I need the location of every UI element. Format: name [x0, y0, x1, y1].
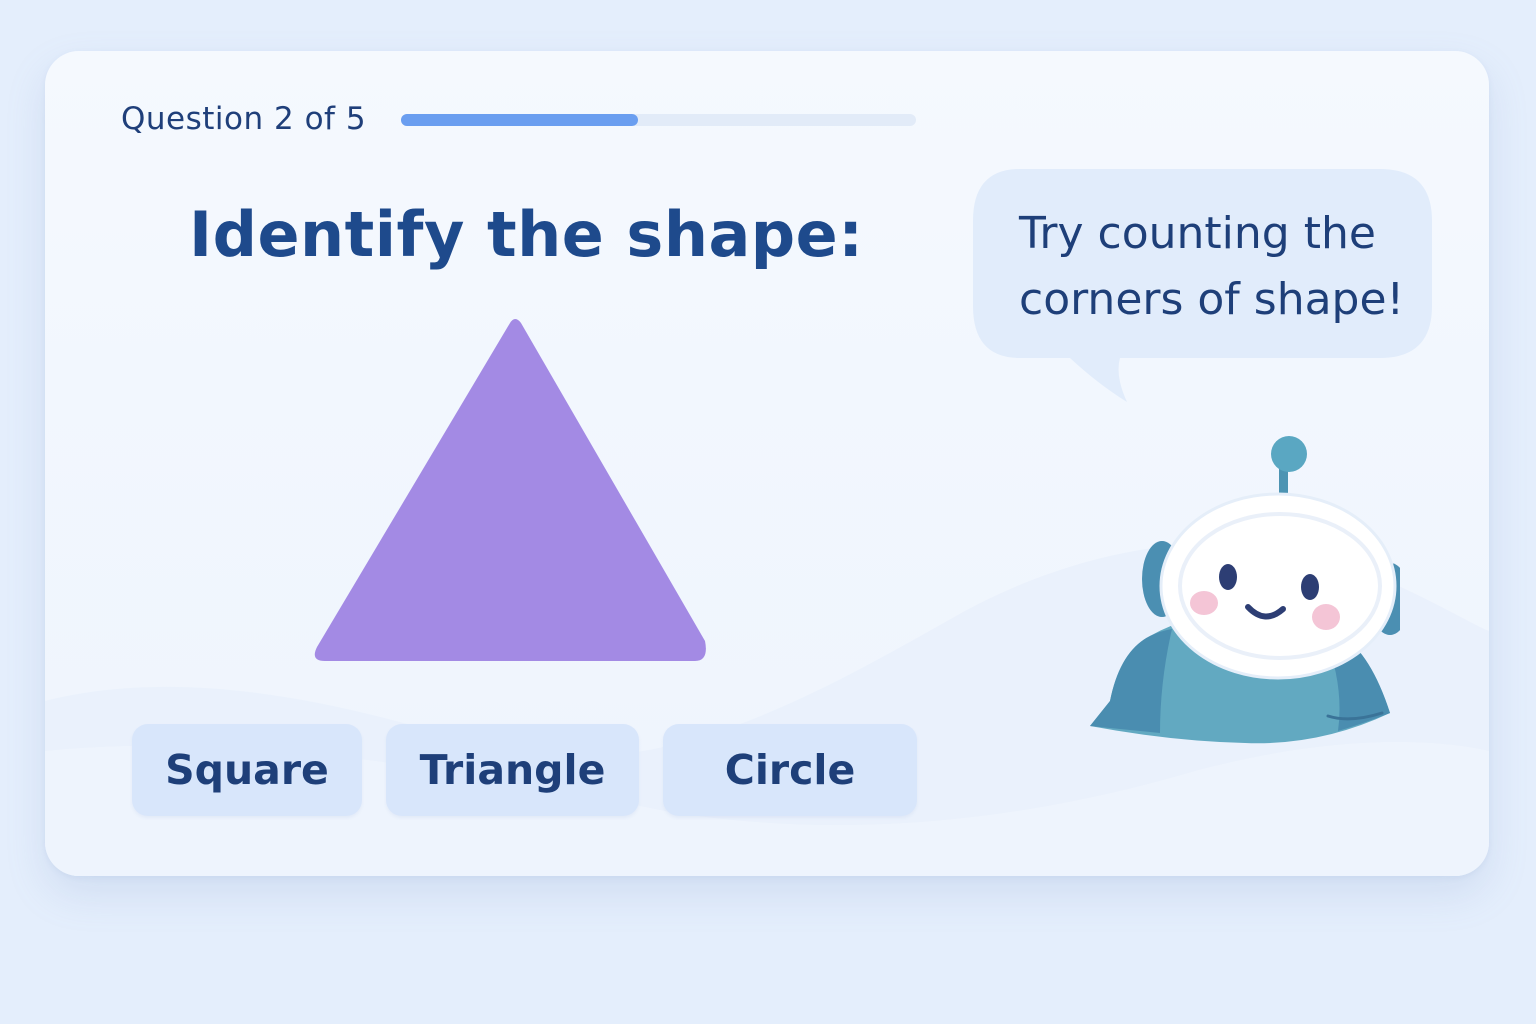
- progress-label: Question 2 of 5: [121, 101, 367, 137]
- question-title: Identify the shape:: [189, 198, 864, 271]
- hint-text: Try counting the corners of shape!: [1019, 208, 1405, 325]
- progress-fill: [401, 114, 638, 126]
- option-square-button[interactable]: Square: [132, 724, 362, 816]
- progress-bar: [401, 114, 916, 126]
- option-triangle-button[interactable]: Triangle: [386, 724, 639, 816]
- quiz-card: Question 2 of 5 Identify the shape: Squa…: [45, 51, 1489, 876]
- triangle-shape: [314, 319, 706, 661]
- option-circle-button[interactable]: Circle: [663, 724, 917, 816]
- robot-mascot-icon: [1090, 436, 1400, 744]
